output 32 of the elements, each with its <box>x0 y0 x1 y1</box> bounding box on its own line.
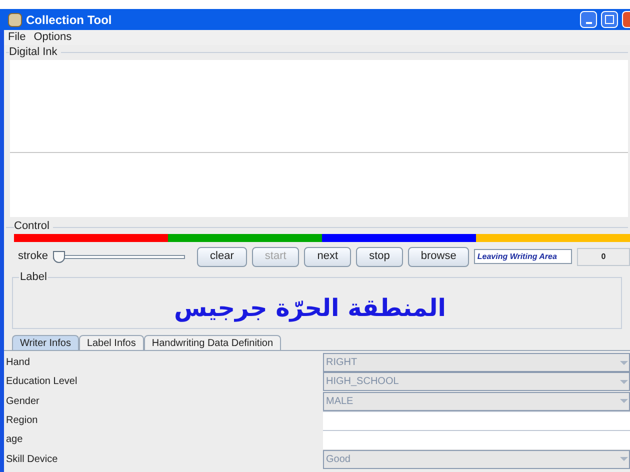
field-label: age <box>5 433 24 448</box>
stroke-label: stroke <box>18 249 48 264</box>
menu-item[interactable]: File <box>8 29 26 46</box>
stroke-slider[interactable] <box>52 250 186 262</box>
field-label: Education Level <box>5 375 78 390</box>
toolbar-button[interactable]: next <box>304 246 352 266</box>
toolbar-button[interactable]: clear <box>197 246 247 266</box>
counter-field: 0 <box>576 248 630 266</box>
caret-icon <box>620 360 628 365</box>
input-field[interactable] <box>323 411 630 430</box>
field-label: Gender <box>5 394 40 409</box>
group-title: Control <box>14 220 54 232</box>
group-title: Digital Ink <box>9 45 62 59</box>
app-icon <box>8 12 22 26</box>
field-label: Hand <box>5 356 31 370</box>
window-title: Collection Tool <box>26 12 112 28</box>
input-field[interactable] <box>323 430 630 450</box>
tab[interactable]: Label Infos <box>78 335 144 350</box>
caret-icon <box>620 399 628 404</box>
label-text: المنطقة الحرّة جرجيس <box>174 294 446 322</box>
minimize-button[interactable] <box>580 11 597 28</box>
toolbar-button[interactable]: browse <box>408 246 470 266</box>
field-label: Skill Device <box>5 452 59 467</box>
caret-icon <box>620 457 628 462</box>
menu-item[interactable]: Options <box>34 29 72 46</box>
caret-icon <box>620 380 628 384</box>
toolbar-button[interactable]: stop <box>356 246 403 266</box>
field-label: Region <box>5 414 39 428</box>
tab[interactable]: Writer Infos <box>12 335 79 350</box>
status-field: Leaving Writing Area <box>474 249 572 264</box>
maximize-button[interactable] <box>601 11 618 28</box>
tab[interactable]: Handwriting Data Definition <box>144 335 282 350</box>
